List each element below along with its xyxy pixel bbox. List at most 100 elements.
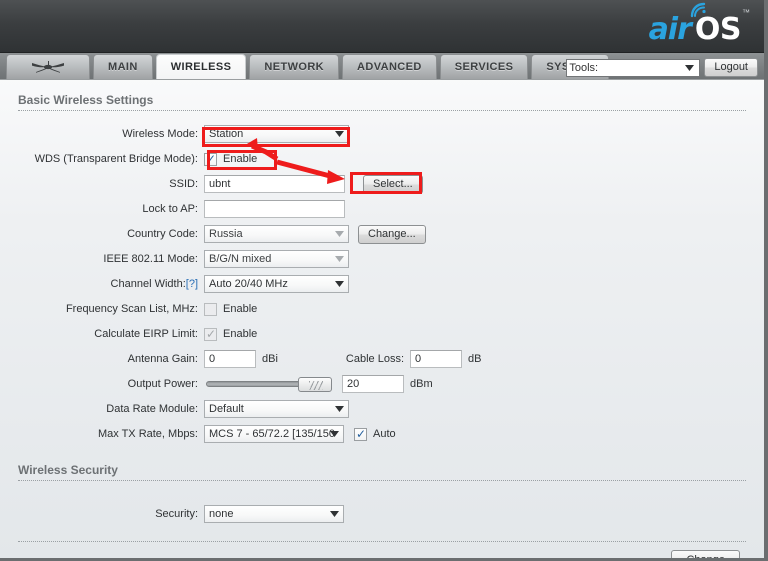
wireless-mode-label: Wireless Mode: <box>122 128 198 140</box>
row-ieee-mode: IEEE 802.11 Mode: B/G/N mixed <box>18 248 746 270</box>
data-rate-module-select[interactable]: Default <box>204 400 349 418</box>
basic-wireless-section-title: Basic Wireless Settings <box>18 93 746 111</box>
row-lock-to-ap: Lock to AP: <box>18 198 746 220</box>
lock-to-ap-label: Lock to AP: <box>142 203 198 215</box>
row-wds: WDS (Transparent Bridge Mode): ✓ Enable <box>18 148 746 170</box>
section-divider <box>18 110 746 111</box>
channel-width-select[interactable]: Auto 20/40 MHz <box>204 275 349 293</box>
eirp-checkbox[interactable]: ✓ <box>204 326 217 341</box>
channel-width-help-link[interactable]: [?] <box>186 278 198 290</box>
lock-to-ap-input[interactable] <box>204 200 345 218</box>
section-divider <box>18 480 746 481</box>
country-code-change-button[interactable]: Change... <box>358 224 426 244</box>
output-power-slider[interactable] <box>204 375 332 393</box>
ieee-mode-select[interactable]: B/G/N mixed <box>204 250 349 268</box>
row-security: Security: none <box>18 503 746 525</box>
logo-air-text: air <box>648 12 692 47</box>
ssid-input[interactable] <box>204 175 345 193</box>
chevron-down-icon <box>335 253 344 265</box>
basic-wireless-form: Wireless Mode: Station WDS (Transparent … <box>18 123 746 445</box>
wireless-security-title-text: Wireless Security <box>18 463 118 477</box>
max-tx-rate-auto-label: Auto <box>373 428 396 440</box>
country-code-select[interactable]: Russia <box>204 225 349 243</box>
chevron-down-icon <box>335 403 344 415</box>
tools-dropdown[interactable]: Tools: <box>566 58 701 77</box>
channel-width-label-text: Channel Width: <box>110 278 186 290</box>
tab-services-label: SERVICES <box>454 61 514 73</box>
ubiquiti-logo-icon <box>32 61 64 73</box>
app-header: air OS ™ <box>0 0 764 53</box>
max-tx-rate-select[interactable]: MCS 7 - 65/72.2 [135/150 <box>204 425 344 443</box>
row-wireless-mode: Wireless Mode: Station <box>18 123 746 145</box>
cable-loss-unit: dB <box>468 353 482 365</box>
chevron-down-icon <box>335 278 344 290</box>
wireless-security-form: Security: none <box>18 503 746 525</box>
antenna-gain-label: Antenna Gain: <box>127 353 198 365</box>
chevron-down-icon <box>335 128 344 140</box>
wds-enable-label: Enable <box>223 153 258 165</box>
data-rate-module-label: Data Rate Module: <box>106 403 198 415</box>
row-eirp-limit: Calculate EIRP Limit: ✓ Enable <box>18 323 746 345</box>
row-max-tx-rate: Max TX Rate, Mbps: MCS 7 - 65/72.2 [135/… <box>18 423 746 445</box>
nav-brand-logo[interactable] <box>6 54 90 79</box>
row-channel-width: Channel Width:[?] Auto 20/40 MHz <box>18 273 746 295</box>
cable-loss-input[interactable] <box>410 350 462 368</box>
tab-advanced[interactable]: ADVANCED <box>342 54 437 79</box>
tab-network[interactable]: NETWORK <box>249 54 340 79</box>
antenna-gain-unit: dBi <box>262 353 278 365</box>
data-rate-module-value: Default <box>209 403 244 415</box>
tab-wireless-label: WIRELESS <box>170 61 232 73</box>
check-icon: ✓ <box>206 326 217 341</box>
wds-label: WDS (Transparent Bridge Mode): <box>34 153 198 165</box>
tab-main[interactable]: MAIN <box>93 54 153 79</box>
wireless-mode-select[interactable]: Station <box>204 125 349 143</box>
max-tx-rate-value: MCS 7 - 65/72.2 [135/150 <box>209 428 335 440</box>
slider-handle[interactable] <box>298 376 332 392</box>
row-country-code: Country Code: Russia Change... <box>18 223 746 245</box>
change-button[interactable]: Change <box>671 550 740 558</box>
basic-wireless-title-text: Basic Wireless Settings <box>18 93 154 107</box>
eirp-enable-label: Enable <box>223 328 258 340</box>
row-frequency-scan-list: Frequency Scan List, MHz: Enable <box>18 298 746 320</box>
tab-advanced-label: ADVANCED <box>357 61 422 73</box>
chevron-down-icon <box>330 428 339 440</box>
page-content: Basic Wireless Settings Wireless Mode: S… <box>0 93 764 558</box>
row-data-rate-module: Data Rate Module: Default <box>18 398 746 420</box>
ssid-label: SSID: <box>169 178 198 190</box>
country-code-value: Russia <box>209 228 243 240</box>
wireless-security-section-title: Wireless Security <box>18 463 746 481</box>
check-icon: ✓ <box>206 151 217 166</box>
main-navigation: MAIN WIRELESS NETWORK ADVANCED SERVICES … <box>0 53 764 80</box>
tab-services[interactable]: SERVICES <box>439 54 529 79</box>
output-power-label: Output Power: <box>127 378 198 390</box>
ieee-mode-value: B/G/N mixed <box>209 253 272 265</box>
wds-enable-checkbox[interactable]: ✓ <box>204 151 217 166</box>
chevron-down-icon <box>335 228 344 240</box>
tab-wireless[interactable]: WIRELESS <box>155 54 247 79</box>
frequency-scan-checkbox[interactable] <box>204 302 217 316</box>
country-code-label: Country Code: <box>127 228 198 240</box>
wireless-mode-value: Station <box>209 128 244 140</box>
row-antenna-gain: Antenna Gain: dBi Cable Loss: dB <box>18 348 746 370</box>
chevron-down-icon <box>330 508 339 520</box>
security-select[interactable]: none <box>204 505 344 523</box>
eirp-label: Calculate EIRP Limit: <box>94 328 198 340</box>
ssid-select-button[interactable]: Select... <box>363 174 423 194</box>
cable-loss-label: Cable Loss: <box>345 353 404 365</box>
frequency-scan-label: Frequency Scan List, MHz: <box>65 303 198 315</box>
max-tx-rate-auto-checkbox[interactable]: ✓ <box>354 426 367 441</box>
tab-main-label: MAIN <box>108 61 138 73</box>
output-power-input[interactable] <box>342 375 404 393</box>
chevron-down-icon <box>685 62 695 74</box>
security-label: Security: <box>155 508 198 520</box>
logout-button[interactable]: Logout <box>704 58 758 77</box>
row-ssid: SSID: Select... <box>18 173 746 195</box>
check-icon: ✓ <box>356 426 367 441</box>
airos-logo: air OS ™ <box>649 7 750 45</box>
form-footer: Change <box>18 541 746 558</box>
tab-network-label: NETWORK <box>264 61 325 73</box>
ieee-mode-label: IEEE 802.11 Mode: <box>103 253 198 265</box>
antenna-gain-input[interactable] <box>204 350 256 368</box>
output-power-unit: dBm <box>410 378 433 390</box>
channel-width-label: Channel Width:[?] <box>18 278 204 290</box>
